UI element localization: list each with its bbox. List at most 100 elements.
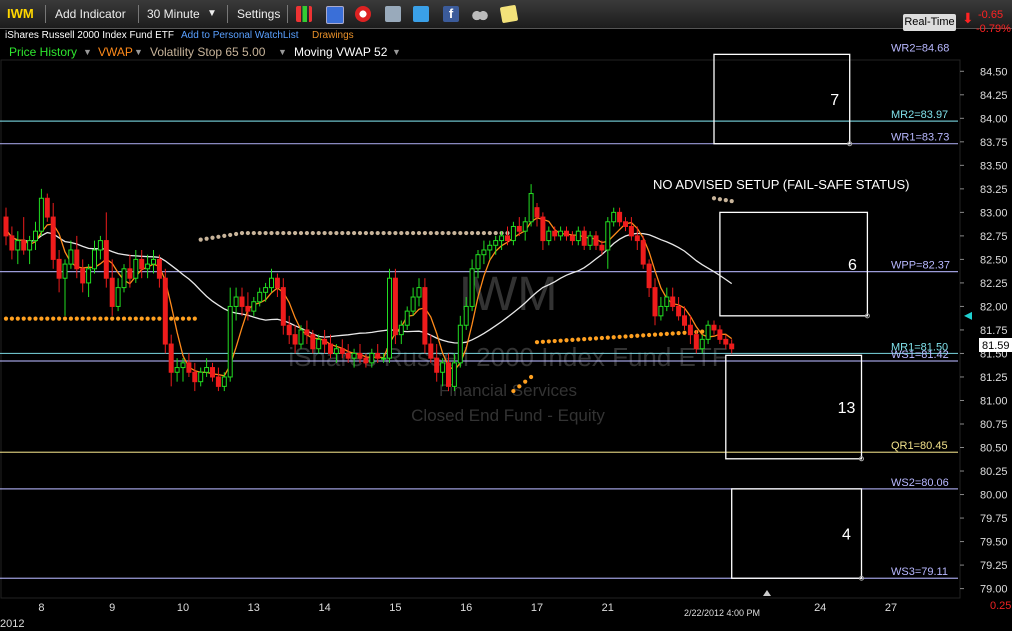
volatility-stop-dot xyxy=(593,336,599,341)
volatility-stop-dot xyxy=(399,230,404,236)
pivot-label: WPP=82.37 xyxy=(891,260,950,272)
x-tick-label: 10 xyxy=(177,602,189,614)
candle-body xyxy=(103,240,109,279)
candle-body xyxy=(699,338,705,350)
volatility-stop-dot xyxy=(121,316,127,321)
candle-body xyxy=(375,352,381,359)
candle-body xyxy=(15,240,21,251)
candle-body xyxy=(599,244,605,251)
candle-body xyxy=(499,235,505,242)
y-tick-label: 81.00 xyxy=(980,395,1008,407)
volatility-stop-dot xyxy=(204,236,209,241)
candle-body xyxy=(469,268,475,307)
volatility-stop-dot xyxy=(434,230,439,236)
candle-body xyxy=(121,268,127,289)
volatility-stop-dot xyxy=(682,330,687,335)
x-tick-label: 14 xyxy=(318,602,330,614)
volatility-stop-dot xyxy=(387,230,392,236)
volatility-stop-dot xyxy=(540,339,546,344)
volatility-stop-dot xyxy=(582,337,587,342)
candle-body xyxy=(575,230,581,242)
pivot-label: WS1=81.42 xyxy=(891,349,949,361)
volatility-stop-dot xyxy=(452,230,457,236)
volatility-stop-dot xyxy=(263,230,268,236)
box-count-label: 4 xyxy=(842,527,851,544)
candle-body xyxy=(133,258,139,279)
pivot-label: WS2=80.06 xyxy=(891,477,949,489)
candle-body xyxy=(9,235,15,251)
y-tick-label: 80.25 xyxy=(980,466,1008,478)
volatility-stop-dot xyxy=(275,230,280,236)
volatility-stop-dot xyxy=(700,329,705,334)
candle-body xyxy=(269,277,274,289)
volatility-stop-dot xyxy=(381,230,386,236)
price-chart[interactable]: IWM iShares Russell 2000 Index Fund ETF … xyxy=(0,0,1012,631)
volatility-stop-dot xyxy=(664,331,669,336)
pivot-label: WR1=83.73 xyxy=(891,132,949,144)
volatility-stop-dot xyxy=(405,230,410,236)
x-tick-label: 16 xyxy=(460,602,472,614)
y-tick-label: 81.25 xyxy=(980,372,1008,384)
candle-body xyxy=(634,235,640,242)
volatility-stop-dot xyxy=(375,230,380,236)
volatility-stop-dot xyxy=(357,230,363,236)
candle-body xyxy=(587,235,593,246)
volatility-stop-dot xyxy=(80,316,85,321)
volatility-stop-dot xyxy=(588,336,593,341)
y-tick-label: 84.25 xyxy=(980,90,1008,102)
candle-body xyxy=(257,291,263,303)
volatility-stop-dot xyxy=(27,316,32,321)
volatility-stop-dot xyxy=(104,316,109,321)
candle-body xyxy=(298,329,304,345)
y-tick-label: 83.25 xyxy=(980,184,1008,196)
x-tick-label: 9 xyxy=(109,602,115,614)
candle-body xyxy=(357,352,363,359)
volatility-stop-dot xyxy=(552,338,557,344)
candle-body xyxy=(670,296,676,307)
watermark-type: Closed End Fund - Equity xyxy=(411,406,605,425)
candle-body xyxy=(351,352,357,359)
volatility-stop-dot xyxy=(62,316,68,321)
candle-body xyxy=(363,357,369,364)
volatility-stop-dot xyxy=(15,316,20,321)
volatility-stop-dot xyxy=(33,316,38,321)
volatility-stop-dot xyxy=(322,230,327,236)
candle-body xyxy=(239,296,245,307)
volatility-stop-dot xyxy=(234,231,239,237)
x-tick-label: 17 xyxy=(531,602,543,614)
candle-body xyxy=(422,287,428,345)
candle-body xyxy=(198,371,204,383)
volatility-stop-dot xyxy=(74,316,79,321)
candle-body xyxy=(280,287,286,326)
candle-body xyxy=(664,296,670,307)
volatility-stop-dot xyxy=(92,316,97,321)
candle-body xyxy=(398,324,404,336)
candle-body xyxy=(227,305,233,378)
candle-body xyxy=(711,324,717,331)
box-count-label: 6 xyxy=(848,257,857,274)
candle-body xyxy=(3,216,9,237)
candle-body xyxy=(56,258,62,279)
x-tick-label: 8 xyxy=(38,602,44,614)
candle-body xyxy=(286,324,292,336)
volatility-stop-dot xyxy=(523,379,528,384)
x-tick-label: 15 xyxy=(389,602,401,614)
volatility-stop-dot xyxy=(517,384,522,389)
volatility-stop-dot xyxy=(139,316,144,321)
watermark-sector: Financial Services xyxy=(439,381,577,400)
candle-body xyxy=(516,225,522,232)
candle-body xyxy=(44,197,50,218)
candle-body xyxy=(263,287,269,293)
volatility-stop-dot xyxy=(576,337,581,342)
candle-body xyxy=(139,258,145,270)
volatility-stop-dot xyxy=(428,230,433,236)
volatility-stop-dot xyxy=(670,331,675,336)
volatility-stop-dot xyxy=(605,335,610,340)
volatility-stop-dot xyxy=(529,374,534,380)
candle-body xyxy=(487,244,493,251)
volatility-stop-dot xyxy=(411,230,416,236)
y-tick-label: 81.75 xyxy=(980,325,1008,337)
candle-body xyxy=(534,207,540,218)
candle-body xyxy=(304,329,310,336)
candle-body xyxy=(387,277,392,359)
